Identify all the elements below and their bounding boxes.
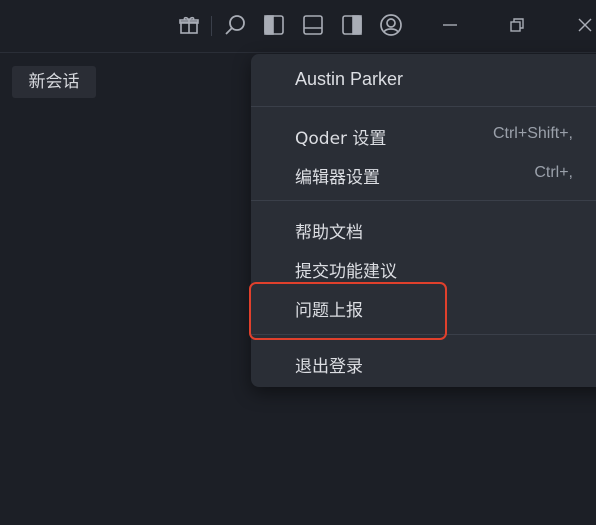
menu-item-shortcut: Ctrl+, bbox=[534, 164, 573, 181]
menu-item-label: 帮助文档 bbox=[295, 223, 363, 243]
menu-item-logout[interactable]: 退出登录 bbox=[251, 344, 596, 382]
gift-icon[interactable] bbox=[176, 12, 202, 38]
toggle-right-panel-icon[interactable] bbox=[339, 12, 365, 38]
restore-icon[interactable] bbox=[504, 12, 530, 38]
close-icon[interactable] bbox=[572, 12, 596, 38]
menu-item-label: 提交功能建议 bbox=[295, 262, 397, 282]
account-menu: Austin Parker Qoder 设置 Ctrl+Shift+, 编辑器设… bbox=[251, 54, 596, 387]
menu-item-label: 编辑器设置 bbox=[295, 168, 380, 188]
menu-item-shortcut: Ctrl+Shift+, bbox=[492, 125, 573, 142]
menu-item-editor-settings[interactable]: 编辑器设置 Ctrl+, bbox=[251, 155, 596, 193]
menu-item-report-issue[interactable]: 问题上报 bbox=[251, 288, 596, 326]
minimize-icon[interactable] bbox=[437, 12, 463, 38]
menu-item-help-docs[interactable]: 帮助文档 bbox=[251, 210, 596, 248]
toolbar-separator bbox=[211, 16, 212, 36]
menu-user-name: Austin Parker bbox=[251, 61, 596, 99]
account-icon[interactable] bbox=[378, 12, 404, 38]
toggle-left-panel-icon[interactable] bbox=[261, 12, 287, 38]
user-name-label: Austin Parker bbox=[295, 69, 404, 89]
search-icon[interactable] bbox=[222, 12, 248, 38]
menu-item-label: 问题上报 bbox=[295, 301, 363, 321]
menu-item-feature-request[interactable]: 提交功能建议 bbox=[251, 249, 596, 287]
menu-item-label: Qoder 设置 bbox=[295, 129, 387, 149]
menu-divider bbox=[251, 106, 596, 107]
new-chat-tab[interactable]: 新会话 bbox=[12, 66, 96, 98]
menu-divider bbox=[251, 334, 596, 335]
menu-item-qoder-settings[interactable]: Qoder 设置 Ctrl+Shift+, bbox=[251, 116, 596, 154]
menu-item-label: 退出登录 bbox=[295, 357, 363, 377]
toggle-bottom-panel-icon[interactable] bbox=[300, 12, 326, 38]
menu-divider bbox=[251, 200, 596, 201]
title-bar bbox=[0, 0, 596, 53]
